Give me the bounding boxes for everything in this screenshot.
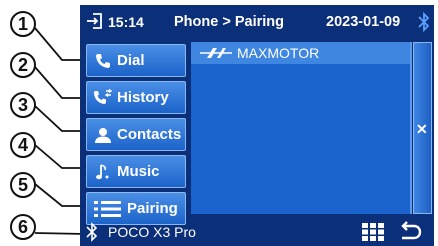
callout-6: 6 [10,214,36,240]
callout-1: 1 [10,11,36,37]
menu-item-dial[interactable]: Dial [86,44,186,77]
header-bar: 15:14 Phone > Pairing 2023-01-09 [80,5,434,37]
callout-5: 5 [10,172,36,198]
current-date: 2023-01-09 [326,14,401,30]
menu-item-label: Music [117,163,160,180]
connected-device-name: POCO X3 Pro [108,224,196,240]
callout-2: 2 [10,52,36,78]
bluetooth-icon [417,11,431,35]
phone-screen: 15:14 Phone > Pairing 2023-01-09 Dial Hi… [80,5,434,246]
page-title: Phone > Pairing [174,14,284,30]
menu-item-label: Dial [117,52,145,69]
leader-line-6 [34,232,87,235]
call-history-icon [93,88,113,108]
device-name: MAXMOTOR [237,45,320,61]
list-icon [93,199,123,219]
callout-4: 4 [10,132,36,158]
menu-item-label: History [117,89,169,106]
menu-item-history[interactable]: History [86,81,186,114]
footer-bar: POCO X3 Pro [80,218,434,246]
side-action-panel: ✕ [413,42,432,214]
menu-item-label: Pairing [127,200,178,217]
menu-item-contacts[interactable]: Contacts [86,118,186,151]
callout-3: 3 [10,92,36,118]
music-note-icon [93,162,113,182]
menu-item-label: Contacts [117,126,182,143]
clock-time: 15:14 [108,14,144,30]
close-icon[interactable]: ✕ [416,121,428,138]
device-row-selected[interactable]: MAXMOTOR [191,42,410,64]
phone-icon [93,51,113,71]
back-icon[interactable] [398,221,422,246]
menu-item-music[interactable]: Music [86,155,186,188]
grid-icon[interactable] [362,223,384,244]
contact-person-icon [93,125,113,145]
maxmotor-logo-icon [199,47,233,59]
exit-icon[interactable] [86,12,104,33]
paired-device-list: MAXMOTOR [191,42,412,214]
bluetooth-icon [85,222,99,245]
